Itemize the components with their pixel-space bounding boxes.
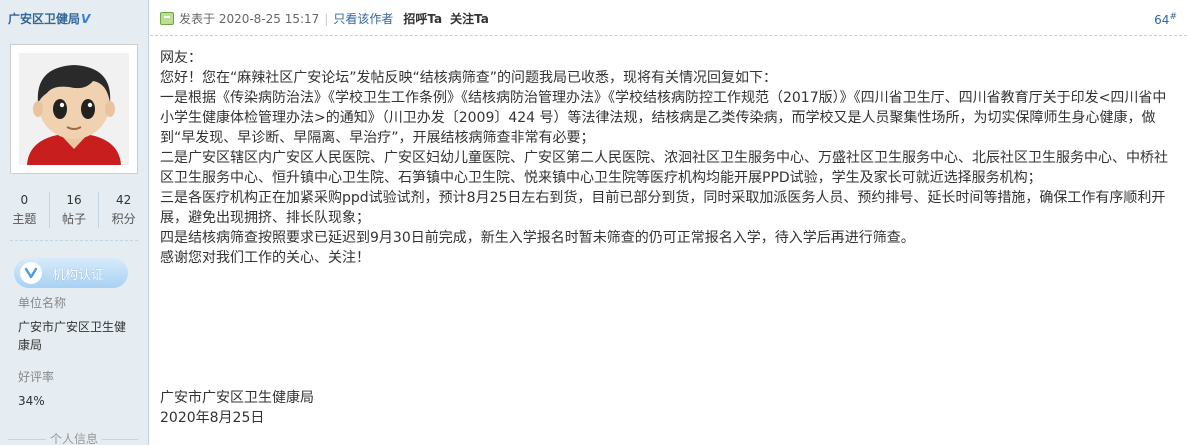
separator: | (324, 11, 329, 26)
signature-org: 广安市广安区卫生健康局 (160, 390, 314, 406)
unit-name-value: 广安市广安区卫生健康局 (18, 320, 127, 352)
unit-name-key: 单位名称 (18, 296, 67, 310)
stat-points-count: 42 (116, 193, 132, 207)
stat-threads[interactable]: 0 主题 (0, 192, 49, 228)
only-author-link[interactable]: 只看该作者 (333, 10, 393, 27)
post-paragraph: 三是各医疗机构正在加紧采购ppd试验试剂，预计8月25日左右到货，目前已部分到货… (160, 190, 1166, 226)
post-timestamp: 发表于 2020-8-25 15:17 (179, 12, 320, 26)
avatar-frame[interactable] (10, 44, 138, 174)
author-name-row: 广安区卫健局V (0, 0, 148, 36)
post-paragraph: 网友： (160, 50, 202, 66)
org-verified-label: 机构认证 (52, 267, 105, 283)
personal-info-heading: 个人信息 (0, 430, 148, 445)
personal-info-label: 个人信息 (45, 432, 102, 445)
post-paragraph: 一是根据《传染病防治法》《学校卫生工作条例》《结核病防治管理办法》《学校结核病防… (160, 90, 1167, 146)
post-paragraph: 您好！您在“麻辣社区广安论坛”发帖反映“结核病筛查”的问题我局已收悉，现将有关情… (160, 70, 778, 86)
floor-number-link[interactable]: 64# (1154, 12, 1177, 27)
stat-posts[interactable]: 16 帖子 (48, 192, 99, 228)
stat-posts-label: 帖子 (62, 212, 87, 226)
floor-number: 64 (1154, 13, 1170, 27)
stat-points-label: 积分 (111, 212, 136, 226)
verified-check-icon (20, 262, 42, 284)
avatar[interactable] (19, 53, 129, 165)
post-paragraph: 感谢您对我们工作的关心、关注！ (160, 250, 370, 266)
follow-link[interactable]: 关注Ta (450, 10, 489, 27)
stat-threads-count: 0 (20, 193, 29, 207)
post-paragraph: 二是广安区辖区内广安区人民医院、广安区妇幼儿童医院、广安区第二人民医院、浓洄社区… (160, 150, 1168, 186)
online-status-icon (160, 12, 174, 25)
post-header: 发表于 2020-8-25 15:17 | 只看该作者 招呼Ta 关注Ta 64… (150, 0, 1187, 36)
author-name-link[interactable]: 广安区卫健局 (8, 12, 80, 26)
stat-threads-label: 主题 (12, 212, 37, 226)
divider (10, 240, 138, 241)
stat-posts-count: 16 (66, 193, 82, 207)
org-verified-badge[interactable]: 机构认证 (14, 258, 128, 288)
user-stats: 0 主题 16 帖子 42 积分 (0, 192, 148, 228)
post-content: 网友： 您好！您在“麻辣社区广安论坛”发帖反映“结核病筛查”的问题我局已收悉，现… (160, 48, 1177, 268)
floor-suffix: # (1169, 12, 1177, 22)
signature-date: 2020年8月25日 (160, 410, 265, 426)
greet-link[interactable]: 招呼Ta (403, 10, 442, 27)
post-paragraph: 四是结核病筛查按照要求已延迟到9月30日前完成，新生入学报名时暂未筛查的仍可正常… (160, 230, 915, 246)
rating-key: 好评率 (18, 370, 55, 384)
verified-v-icon: V (81, 12, 91, 26)
user-sidebar: 广安区卫健局V 0 主题 16 帖子 42 积分 机构认证 单位名称 广安市广安… (0, 0, 149, 445)
rating-value: 34% (18, 394, 45, 408)
stat-points[interactable]: 42 积分 (98, 192, 148, 228)
post-signature: 广安市广安区卫生健康局 2020年8月25日 (160, 388, 314, 428)
